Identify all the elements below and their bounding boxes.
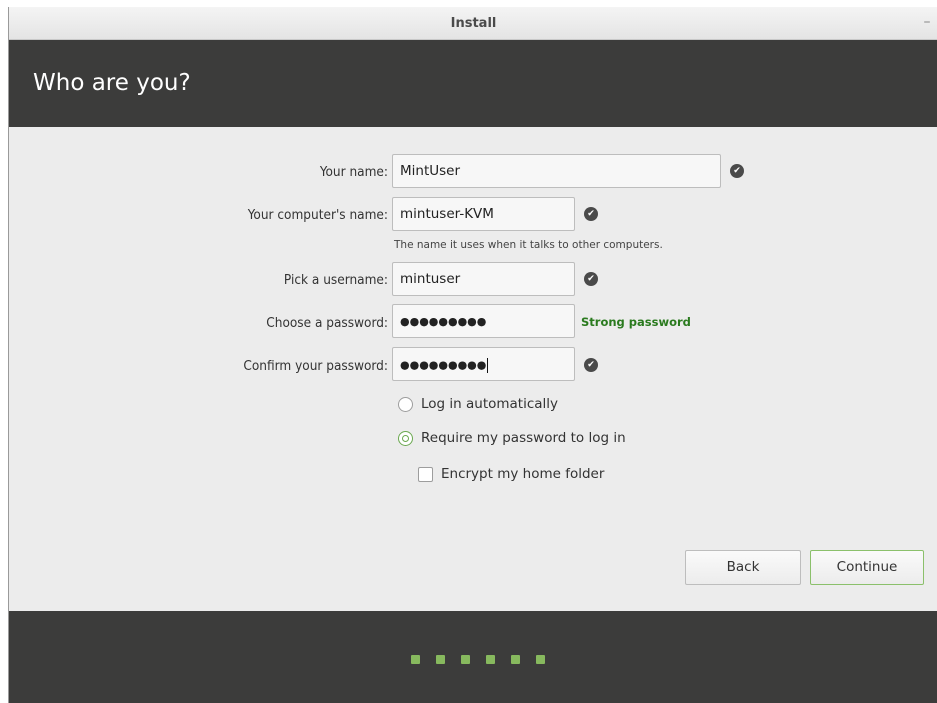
page-title: Who are you? bbox=[33, 70, 191, 96]
auto-login-radio[interactable] bbox=[398, 396, 413, 412]
password-field[interactable]: ●●●●●●●●● bbox=[392, 304, 575, 338]
name-valid-check-icon: ✔ bbox=[730, 164, 744, 178]
title-bar: Install – bbox=[9, 7, 937, 40]
computer-name-hint: The name it uses when it talks to other … bbox=[394, 239, 663, 251]
encrypt-home-checkbox[interactable] bbox=[418, 466, 433, 482]
computer-name-valid-check-icon: ✔ bbox=[584, 207, 598, 221]
text-cursor bbox=[487, 358, 489, 373]
computer-name-field[interactable]: mintuser-KVM bbox=[392, 197, 575, 231]
confirm-password-label: Confirm your password: bbox=[243, 358, 388, 374]
progress-step-dot bbox=[411, 655, 420, 664]
auto-login-option[interactable]: Log in automatically bbox=[398, 396, 558, 412]
encrypt-home-label: Encrypt my home folder bbox=[441, 466, 605, 482]
password-label: Choose a password: bbox=[266, 315, 388, 331]
progress-footer bbox=[9, 611, 937, 703]
progress-step-dot bbox=[486, 655, 495, 664]
confirm-password-field[interactable]: ●●●●●●●●● bbox=[392, 347, 575, 381]
computer-name-label: Your computer's name: bbox=[247, 207, 388, 223]
progress-step-dot bbox=[511, 655, 520, 664]
name-label: Your name: bbox=[319, 164, 388, 180]
require-password-option[interactable]: Require my password to log in bbox=[398, 430, 626, 446]
window-title: Install bbox=[450, 16, 497, 31]
password-strength-indicator: Strong password bbox=[581, 315, 691, 329]
confirm-password-valid-check-icon: ✔ bbox=[584, 358, 598, 372]
auto-login-label: Log in automatically bbox=[421, 396, 559, 412]
username-valid-check-icon: ✔ bbox=[584, 272, 598, 286]
require-password-label: Require my password to log in bbox=[421, 430, 626, 446]
user-setup-form: Your name: MintUser ✔ Your computer's na… bbox=[9, 127, 937, 611]
encrypt-home-option[interactable]: Encrypt my home folder bbox=[418, 466, 604, 482]
progress-step-dot bbox=[536, 655, 545, 664]
back-button[interactable]: Back bbox=[685, 550, 801, 585]
progress-dots bbox=[411, 655, 545, 664]
progress-step-dot bbox=[461, 655, 470, 664]
page-header: Who are you? bbox=[9, 40, 937, 127]
require-password-radio[interactable] bbox=[398, 430, 413, 446]
username-label: Pick a username: bbox=[283, 272, 388, 288]
name-field[interactable]: MintUser bbox=[392, 154, 721, 188]
progress-step-dot bbox=[436, 655, 445, 664]
username-field[interactable]: mintuser bbox=[392, 262, 575, 296]
installer-window: Install – Who are you? Your name: MintUs… bbox=[8, 7, 937, 703]
minimize-button[interactable]: – bbox=[920, 13, 934, 31]
confirm-password-value: ●●●●●●●●● bbox=[400, 358, 487, 372]
continue-button[interactable]: Continue bbox=[810, 550, 924, 585]
